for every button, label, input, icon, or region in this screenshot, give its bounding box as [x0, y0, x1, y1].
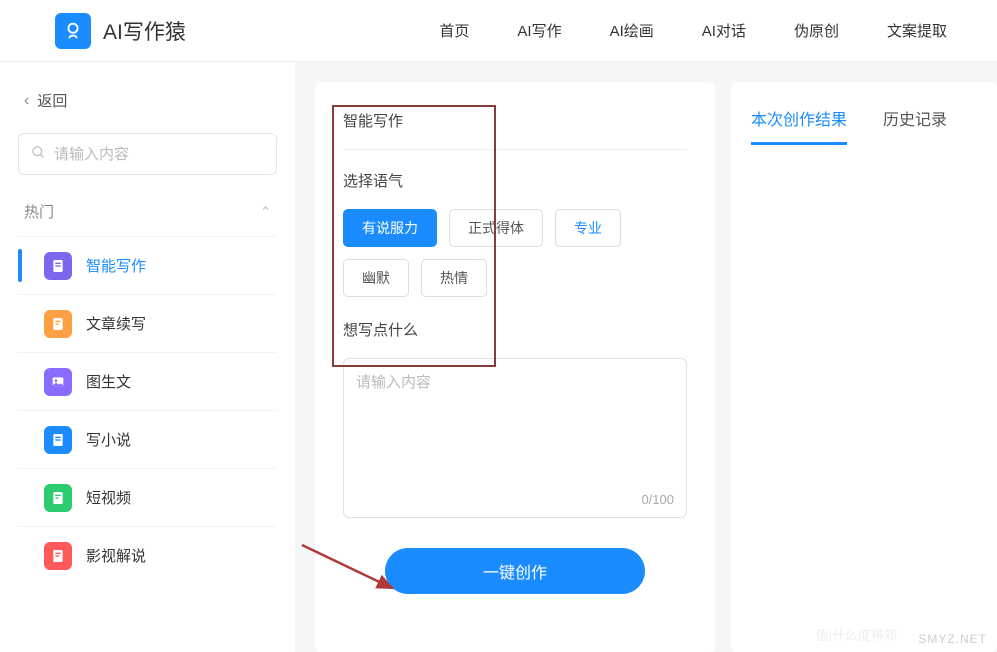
sidebar-item-label: 文章续写 [86, 313, 146, 334]
sidebar-item-label: 影视解说 [86, 545, 146, 566]
image-icon [44, 368, 72, 396]
tone-passionate[interactable]: 热情 [421, 259, 487, 297]
sidebar-item-short-video[interactable]: 短视频 [18, 468, 277, 526]
sidebar-item-label: 图生文 [86, 371, 131, 392]
doc-icon [44, 252, 72, 280]
result-panel: 本次创作结果 历史记录 [731, 82, 997, 652]
sidebar-item-label: 写小说 [86, 429, 131, 450]
tab-current-result[interactable]: 本次创作结果 [751, 106, 847, 145]
sidebar-item-image-to-text[interactable]: 图生文 [18, 352, 277, 410]
sidebar-item-label: 短视频 [86, 487, 131, 508]
divider [343, 149, 687, 150]
tone-humor[interactable]: 幽默 [343, 259, 409, 297]
form-panel: 智能写作 选择语气 有说服力 正式得体 专业 幽默 热情 想写点什么 0/100… [315, 82, 715, 652]
section-hot[interactable]: 热门 ⌃ [18, 201, 277, 236]
topic-label: 想写点什么 [343, 319, 687, 340]
tone-label: 选择语气 [343, 170, 687, 191]
topic-textarea[interactable] [356, 371, 674, 505]
tone-persuasive[interactable]: 有说服力 [343, 209, 437, 247]
char-counter: 0/100 [641, 492, 674, 507]
back-button[interactable]: ‹ 返回 [18, 90, 277, 111]
sidebar-item-movie[interactable]: 影视解说 [18, 526, 277, 584]
nav-extract[interactable]: 文案提取 [887, 20, 947, 41]
form-title: 智能写作 [343, 110, 687, 131]
sidebar: ‹ 返回 热门 ⌃ 智能写作 文章续写 [0, 62, 295, 652]
doc-icon [44, 310, 72, 338]
topic-field[interactable]: 0/100 [343, 358, 687, 518]
search-input[interactable] [54, 146, 264, 163]
nav-rewrite[interactable]: 伪原创 [794, 20, 839, 41]
back-label: 返回 [37, 90, 67, 111]
doc-icon [44, 484, 72, 512]
nav-write[interactable]: AI写作 [517, 20, 561, 41]
result-tabs: 本次创作结果 历史记录 [751, 106, 977, 145]
brand-title: AI写作猿 [103, 16, 186, 46]
header: AI写作猿 首页 AI写作 AI绘画 AI对话 伪原创 文案提取 [0, 0, 997, 62]
tone-professional[interactable]: 专业 [555, 209, 621, 247]
watermark-text: 值|什么度得邓 [816, 625, 897, 644]
chevron-left-icon: ‹ [24, 92, 29, 110]
top-nav: 首页 AI写作 AI绘画 AI对话 伪原创 文案提取 [439, 20, 947, 41]
nav-paint[interactable]: AI绘画 [610, 20, 654, 41]
doc-icon [44, 542, 72, 570]
logo-icon [55, 13, 91, 49]
doc-icon [44, 426, 72, 454]
section-label: 热门 [24, 201, 54, 222]
sidebar-item-continue[interactable]: 文章续写 [18, 294, 277, 352]
watermark-text: SMYZ.NET [918, 632, 987, 646]
search-box[interactable] [18, 133, 277, 175]
nav-chat[interactable]: AI对话 [702, 20, 746, 41]
create-button[interactable]: 一键创作 [385, 548, 645, 594]
sidebar-item-smart-writing[interactable]: 智能写作 [18, 236, 277, 294]
sidebar-item-novel[interactable]: 写小说 [18, 410, 277, 468]
sidebar-item-label: 智能写作 [86, 255, 146, 276]
tone-formal[interactable]: 正式得体 [449, 209, 543, 247]
tab-history[interactable]: 历史记录 [883, 106, 947, 145]
search-icon [31, 145, 46, 164]
chevron-up-icon: ⌃ [260, 204, 271, 220]
nav-home[interactable]: 首页 [439, 20, 469, 41]
tone-group: 有说服力 正式得体 专业 幽默 热情 [343, 209, 687, 297]
